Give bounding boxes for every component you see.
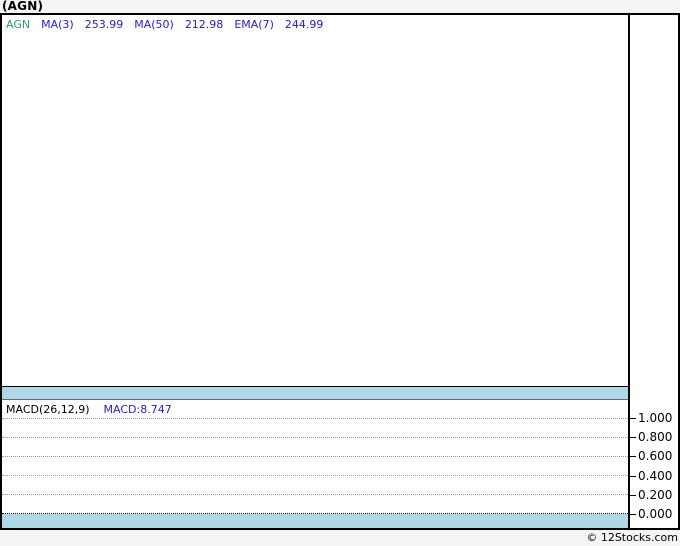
main-price-panel: AGN MA(3) 253.99 MA(50) 212.98 EMA(7) 244.99: [2, 15, 628, 386]
macd-legend: MACD(26,12,9) MACD:8.747: [6, 403, 172, 416]
macd-gridline: [2, 475, 628, 476]
chart-frame: AGN MA(3) 253.99 MA(50) 212.98 EMA(7) 244.99 M…: [0, 13, 680, 530]
tick-label: 0.400: [638, 469, 673, 483]
tick-mark: [630, 476, 636, 477]
separator-band-bottom: [2, 514, 628, 528]
plot-column: AGN MA(3) 253.99 MA(50) 212.98 EMA(7) 244.99 M…: [2, 15, 630, 528]
tick-label: 0.000: [638, 507, 673, 521]
tick-mark: [630, 418, 636, 419]
macd-value-label: MACD:8.747: [103, 403, 172, 416]
macd-gridline: [2, 513, 628, 514]
tick-label: 0.800: [638, 430, 673, 444]
tick-mark: [630, 437, 636, 438]
right-axis: 1.000 0.800 0.600 0.400 0.200 0.000: [630, 15, 678, 528]
macd-gridline: [2, 418, 628, 419]
stock-chart-page: (AGN) AGN MA(3) 253.99 MA(50) 212.98 EMA(7) 24…: [0, 0, 680, 546]
ticker-symbol: AGN: [6, 18, 31, 31]
macd-gridline: [2, 494, 628, 495]
price-legend: AGN MA(3) 253.99 MA(50) 212.98 EMA(7) 244.99: [6, 18, 334, 31]
indicator-value: 244.99: [284, 18, 324, 31]
page-title: (AGN): [2, 0, 44, 13]
indicator-value: 212.98: [184, 18, 224, 31]
tick-mark: [630, 456, 636, 457]
tick-label: 0.600: [638, 449, 673, 463]
macd-gridline: [2, 456, 628, 457]
tick-label: 0.200: [638, 488, 673, 502]
macd-panel: MACD(26,12,9) MACD:8.747: [2, 400, 628, 514]
footer: © 12Stocks.com: [0, 530, 678, 546]
tick-mark: [630, 495, 636, 496]
macd-params-label: MACD(26,12,9): [6, 403, 90, 416]
tick-label: 1.000: [638, 411, 673, 425]
copyright-label: © 12Stocks.com: [586, 531, 678, 544]
separator-band-top: [2, 386, 628, 400]
indicator-label: MA(3): [41, 18, 74, 31]
tick-mark: [630, 514, 636, 515]
indicator-label: MA(50): [134, 18, 174, 31]
indicator-label: EMA(7): [234, 18, 274, 31]
indicator-value: 253.99: [84, 18, 124, 31]
macd-gridline: [2, 437, 628, 438]
